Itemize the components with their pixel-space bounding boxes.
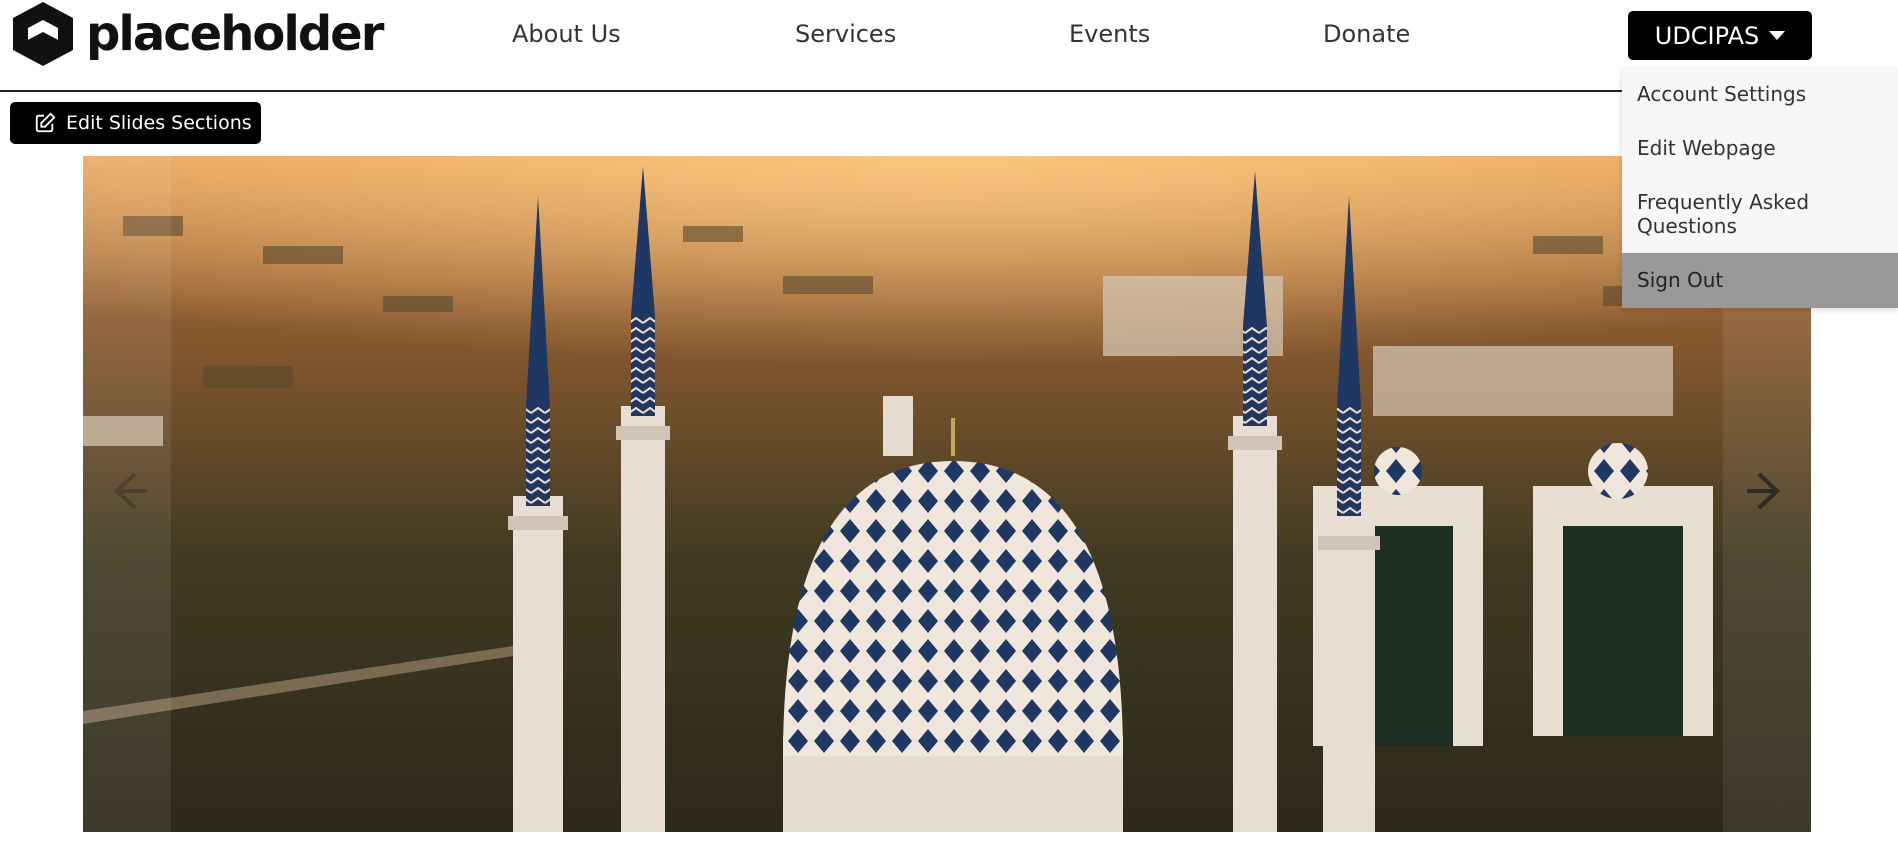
menu-item-account-settings[interactable]: Account Settings — [1622, 82, 1898, 106]
menu-item-edit-webpage[interactable]: Edit Webpage — [1622, 136, 1898, 160]
brand-logo[interactable]: placeholder — [8, 0, 384, 68]
carousel-prev-button[interactable] — [83, 156, 171, 832]
menu-item-faq[interactable]: Frequently Asked Questions — [1622, 190, 1822, 238]
top-navbar: placeholder About Us Services Events Don… — [0, 0, 1898, 92]
nav-services[interactable]: Services — [795, 20, 896, 48]
nav-events[interactable]: Events — [1069, 20, 1150, 48]
user-menu-label: UDCIPAS — [1654, 21, 1760, 50]
user-menu-button[interactable]: UDCIPAS — [1628, 11, 1812, 60]
edit-slides-label: Edit Slides Sections — [66, 112, 252, 134]
edit-icon — [35, 112, 56, 133]
user-dropdown-menu: Account Settings Edit Webpage Frequently… — [1622, 68, 1898, 308]
caret-down-icon — [1769, 31, 1786, 40]
brand-name: placeholder — [86, 6, 384, 62]
image-carousel — [83, 156, 1811, 832]
menu-item-sign-out[interactable]: Sign Out — [1622, 253, 1898, 308]
chevron-left-icon — [114, 472, 147, 510]
hexagon-logo-icon — [13, 2, 73, 66]
chevron-right-icon — [1747, 472, 1780, 510]
nav-about-us[interactable]: About Us — [512, 20, 621, 48]
edit-slides-button[interactable]: Edit Slides Sections — [10, 102, 261, 144]
slide-image-mosque — [83, 156, 1811, 832]
nav-donate[interactable]: Donate — [1323, 20, 1410, 48]
